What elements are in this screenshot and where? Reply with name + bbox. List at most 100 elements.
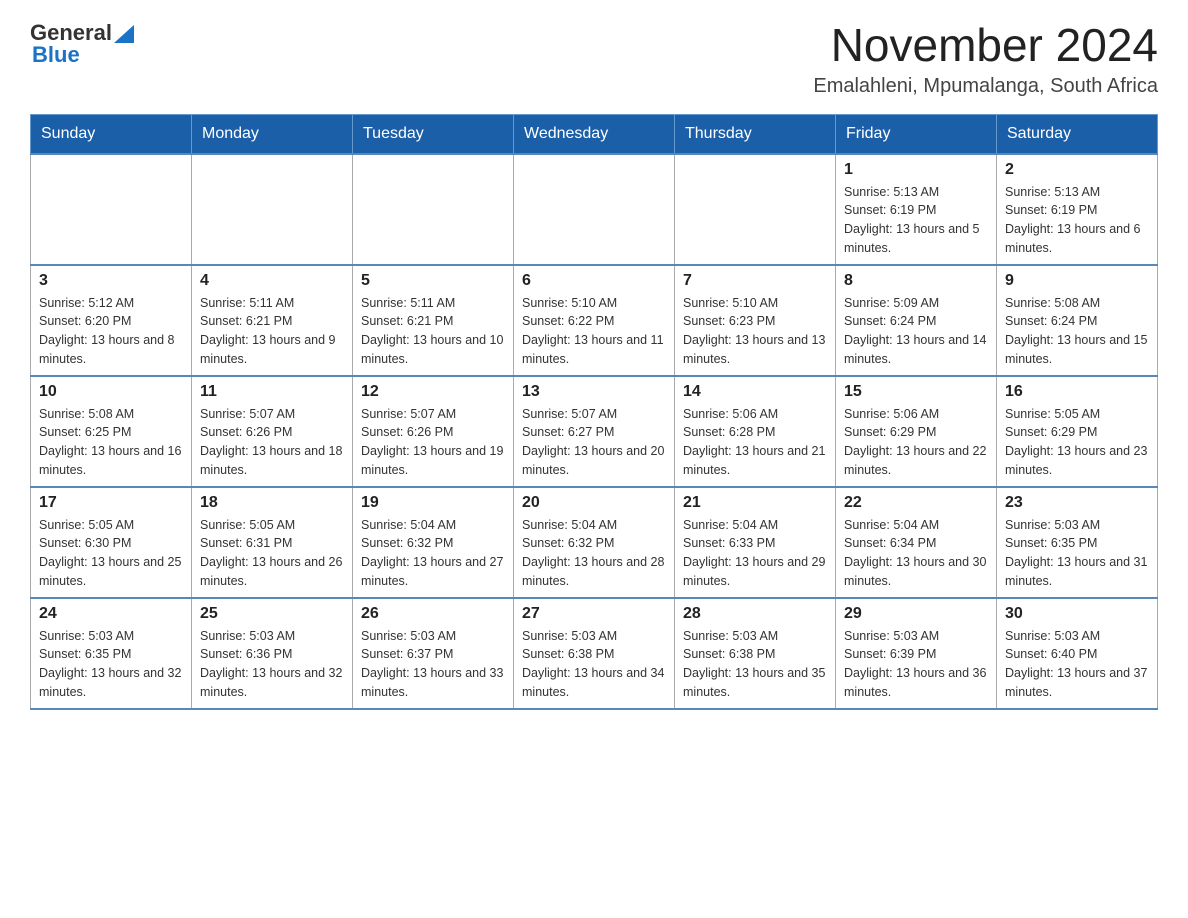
calendar-cell [353, 154, 514, 265]
day-number: 19 [361, 494, 505, 512]
calendar-week-4: 17 Sunrise: 5:05 AMSunset: 6:30 PMDayligh… [31, 487, 1158, 598]
calendar-week-1: 1 Sunrise: 5:13 AMSunset: 6:19 PMDaylight… [31, 154, 1158, 265]
weekday-header-thursday: Thursday [675, 114, 836, 154]
weekday-header-row: SundayMondayTuesdayWednesdayThursdayFrid… [31, 114, 1158, 154]
day-number: 12 [361, 383, 505, 401]
calendar-cell [675, 154, 836, 265]
weekday-header-saturday: Saturday [997, 114, 1158, 154]
calendar-cell: 4 Sunrise: 5:11 AMSunset: 6:21 PMDaylight… [192, 265, 353, 376]
day-number: 2 [1005, 161, 1149, 179]
day-number: 27 [522, 605, 666, 623]
day-number: 16 [1005, 383, 1149, 401]
day-info: Sunrise: 5:06 AMSunset: 6:28 PMDaylight:… [683, 405, 827, 480]
calendar-cell: 20 Sunrise: 5:04 AMSunset: 6:32 PMDayligh… [514, 487, 675, 598]
day-number: 17 [39, 494, 183, 512]
day-info: Sunrise: 5:13 AMSunset: 6:19 PMDaylight:… [844, 183, 988, 258]
day-number: 30 [1005, 605, 1149, 623]
day-number: 9 [1005, 272, 1149, 290]
day-info: Sunrise: 5:03 AMSunset: 6:38 PMDaylight:… [683, 627, 827, 702]
calendar-cell: 11 Sunrise: 5:07 AMSunset: 6:26 PMDayligh… [192, 376, 353, 487]
calendar-cell: 9 Sunrise: 5:08 AMSunset: 6:24 PMDaylight… [997, 265, 1158, 376]
day-number: 3 [39, 272, 183, 290]
calendar-cell [192, 154, 353, 265]
calendar-cell: 17 Sunrise: 5:05 AMSunset: 6:30 PMDayligh… [31, 487, 192, 598]
day-info: Sunrise: 5:11 AMSunset: 6:21 PMDaylight:… [200, 294, 344, 369]
calendar-cell: 13 Sunrise: 5:07 AMSunset: 6:27 PMDayligh… [514, 376, 675, 487]
calendar-cell: 12 Sunrise: 5:07 AMSunset: 6:26 PMDayligh… [353, 376, 514, 487]
day-number: 11 [200, 383, 344, 401]
calendar-cell: 1 Sunrise: 5:13 AMSunset: 6:19 PMDaylight… [836, 154, 997, 265]
day-info: Sunrise: 5:08 AMSunset: 6:25 PMDaylight:… [39, 405, 183, 480]
day-info: Sunrise: 5:03 AMSunset: 6:35 PMDaylight:… [1005, 516, 1149, 591]
calendar-cell: 25 Sunrise: 5:03 AMSunset: 6:36 PMDayligh… [192, 598, 353, 709]
calendar-cell: 10Sunrise: 5:08 AMSunset: 6:25 PMDayligh… [31, 376, 192, 487]
logo: General Blue [30, 20, 134, 68]
calendar-cell: 23 Sunrise: 5:03 AMSunset: 6:35 PMDayligh… [997, 487, 1158, 598]
day-number: 8 [844, 272, 988, 290]
day-info: Sunrise: 5:03 AMSunset: 6:38 PMDaylight:… [522, 627, 666, 702]
day-info: Sunrise: 5:03 AMSunset: 6:36 PMDaylight:… [200, 627, 344, 702]
day-info: Sunrise: 5:08 AMSunset: 6:24 PMDaylight:… [1005, 294, 1149, 369]
day-info: Sunrise: 5:10 AMSunset: 6:23 PMDaylight:… [683, 294, 827, 369]
title-section: November 2024 Emalahleni, Mpumalanga, So… [813, 20, 1158, 98]
calendar-cell: 5Sunrise: 5:11 AMSunset: 6:21 PMDaylight… [353, 265, 514, 376]
day-info: Sunrise: 5:09 AMSunset: 6:24 PMDaylight:… [844, 294, 988, 369]
day-number: 24 [39, 605, 183, 623]
day-info: Sunrise: 5:10 AMSunset: 6:22 PMDaylight:… [522, 294, 666, 369]
day-info: Sunrise: 5:07 AMSunset: 6:27 PMDaylight:… [522, 405, 666, 480]
weekday-header-tuesday: Tuesday [353, 114, 514, 154]
calendar-cell: 3 Sunrise: 5:12 AMSunset: 6:20 PMDaylight… [31, 265, 192, 376]
day-info: Sunrise: 5:03 AMSunset: 6:35 PMDaylight:… [39, 627, 183, 702]
calendar-cell: 22 Sunrise: 5:04 AMSunset: 6:34 PMDayligh… [836, 487, 997, 598]
calendar-cell: 28 Sunrise: 5:03 AMSunset: 6:38 PMDayligh… [675, 598, 836, 709]
day-info: Sunrise: 5:03 AMSunset: 6:40 PMDaylight:… [1005, 627, 1149, 702]
calendar-cell [31, 154, 192, 265]
day-number: 18 [200, 494, 344, 512]
day-number: 6 [522, 272, 666, 290]
day-info: Sunrise: 5:04 AMSunset: 6:33 PMDaylight:… [683, 516, 827, 591]
day-number: 7 [683, 272, 827, 290]
page-header: General Blue November 2024 Emalahleni, M… [30, 20, 1158, 98]
day-number: 22 [844, 494, 988, 512]
day-number: 13 [522, 383, 666, 401]
day-number: 25 [200, 605, 344, 623]
location: Emalahleni, Mpumalanga, South Africa [813, 75, 1158, 98]
day-info: Sunrise: 5:07 AMSunset: 6:26 PMDaylight:… [200, 405, 344, 480]
calendar-cell: 16 Sunrise: 5:05 AMSunset: 6:29 PMDayligh… [997, 376, 1158, 487]
calendar-cell: 15Sunrise: 5:06 AMSunset: 6:29 PMDayligh… [836, 376, 997, 487]
day-number: 21 [683, 494, 827, 512]
day-number: 28 [683, 605, 827, 623]
calendar-cell: 30 Sunrise: 5:03 AMSunset: 6:40 PMDayligh… [997, 598, 1158, 709]
calendar-week-5: 24 Sunrise: 5:03 AMSunset: 6:35 PMDayligh… [31, 598, 1158, 709]
day-info: Sunrise: 5:12 AMSunset: 6:20 PMDaylight:… [39, 294, 183, 369]
month-title: November 2024 [813, 20, 1158, 71]
weekday-header-sunday: Sunday [31, 114, 192, 154]
day-info: Sunrise: 5:05 AMSunset: 6:30 PMDaylight:… [39, 516, 183, 591]
calendar-cell: 19 Sunrise: 5:04 AMSunset: 6:32 PMDayligh… [353, 487, 514, 598]
day-info: Sunrise: 5:05 AMSunset: 6:29 PMDaylight:… [1005, 405, 1149, 480]
weekday-header-wednesday: Wednesday [514, 114, 675, 154]
day-info: Sunrise: 5:04 AMSunset: 6:32 PMDaylight:… [361, 516, 505, 591]
day-info: Sunrise: 5:04 AMSunset: 6:34 PMDaylight:… [844, 516, 988, 591]
calendar-cell: 8 Sunrise: 5:09 AMSunset: 6:24 PMDaylight… [836, 265, 997, 376]
day-number: 4 [200, 272, 344, 290]
day-info: Sunrise: 5:07 AMSunset: 6:26 PMDaylight:… [361, 405, 505, 480]
day-info: Sunrise: 5:11 AMSunset: 6:21 PMDaylight:… [361, 294, 505, 369]
day-number: 20 [522, 494, 666, 512]
calendar-cell: 7 Sunrise: 5:10 AMSunset: 6:23 PMDaylight… [675, 265, 836, 376]
weekday-header-friday: Friday [836, 114, 997, 154]
day-number: 23 [1005, 494, 1149, 512]
logo-triangle-icon [114, 21, 134, 43]
day-number: 15 [844, 383, 988, 401]
calendar-cell: 14Sunrise: 5:06 AMSunset: 6:28 PMDayligh… [675, 376, 836, 487]
calendar-cell: 26Sunrise: 5:03 AMSunset: 6:37 PMDayligh… [353, 598, 514, 709]
day-number: 26 [361, 605, 505, 623]
day-number: 1 [844, 161, 988, 179]
calendar-cell: 29Sunrise: 5:03 AMSunset: 6:39 PMDayligh… [836, 598, 997, 709]
day-info: Sunrise: 5:04 AMSunset: 6:32 PMDaylight:… [522, 516, 666, 591]
calendar-cell [514, 154, 675, 265]
calendar-cell: 21 Sunrise: 5:04 AMSunset: 6:33 PMDayligh… [675, 487, 836, 598]
day-info: Sunrise: 5:13 AMSunset: 6:19 PMDaylight:… [1005, 183, 1149, 258]
weekday-header-monday: Monday [192, 114, 353, 154]
calendar-week-2: 3 Sunrise: 5:12 AMSunset: 6:20 PMDaylight… [31, 265, 1158, 376]
